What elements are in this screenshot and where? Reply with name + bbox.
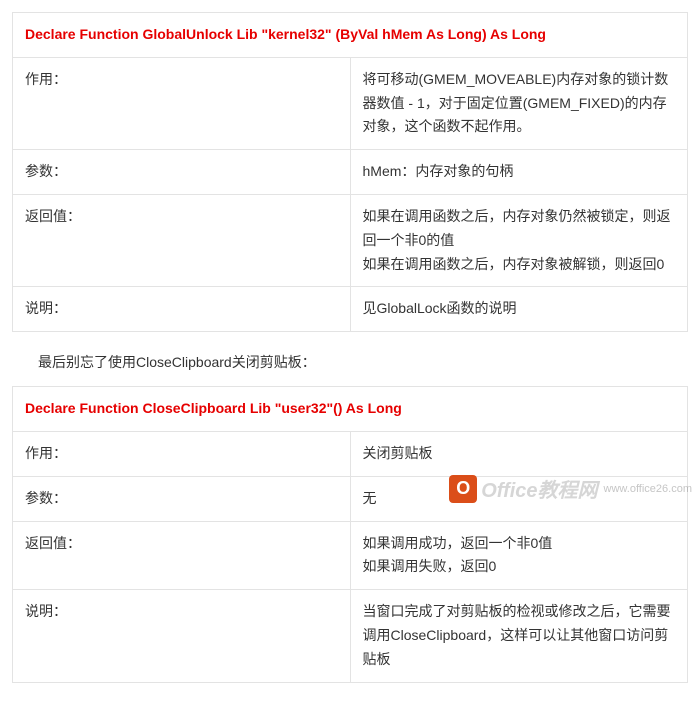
table-row: 作用： 将可移动(GMEM_MOVEABLE)内存对象的锁计数器数值 - 1，对…: [13, 57, 688, 149]
row-value: 无: [350, 476, 688, 521]
declaration-text: Declare Function CloseClipboard Lib "use…: [13, 387, 688, 432]
declaration-row: Declare Function CloseClipboard Lib "use…: [13, 387, 688, 432]
table-row: 作用： 关闭剪贴板: [13, 431, 688, 476]
row-value: 见GlobalLock函数的说明: [350, 287, 688, 332]
declaration-text: Declare Function GlobalUnlock Lib "kerne…: [13, 13, 688, 58]
row-label: 参数：: [13, 150, 351, 195]
declaration-row: Declare Function GlobalUnlock Lib "kerne…: [13, 13, 688, 58]
row-label: 作用：: [13, 57, 351, 149]
table-row: 返回值： 如果在调用函数之后，内存对象仍然被锁定，则返回一个非0的值如果在调用函…: [13, 194, 688, 286]
row-value: hMem：内存对象的句柄: [350, 150, 688, 195]
row-value: 关闭剪贴板: [350, 431, 688, 476]
table-row: 说明： 见GlobalLock函数的说明: [13, 287, 688, 332]
function-table-closeclipboard: Declare Function CloseClipboard Lib "use…: [12, 386, 688, 682]
table-row: 参数： hMem：内存对象的句柄: [13, 150, 688, 195]
function-table-globalunlock: Declare Function GlobalUnlock Lib "kerne…: [12, 12, 688, 332]
intertext-paragraph: 最后别忘了使用CloseClipboard关闭剪贴板：: [12, 346, 688, 386]
row-value: 如果在调用函数之后，内存对象仍然被锁定，则返回一个非0的值如果在调用函数之后，内…: [350, 194, 688, 286]
table-row: 参数： 无: [13, 476, 688, 521]
row-label: 说明：: [13, 590, 351, 682]
table-row: 说明： 当窗口完成了对剪贴板的检视或修改之后，它需要调用CloseClipboa…: [13, 590, 688, 682]
row-value: 当窗口完成了对剪贴板的检视或修改之后，它需要调用CloseClipboard，这…: [350, 590, 688, 682]
row-label: 说明：: [13, 287, 351, 332]
row-label: 参数：: [13, 476, 351, 521]
row-label: 返回值：: [13, 521, 351, 590]
row-value: 将可移动(GMEM_MOVEABLE)内存对象的锁计数器数值 - 1，对于固定位…: [350, 57, 688, 149]
row-label: 返回值：: [13, 194, 351, 286]
row-label: 作用：: [13, 431, 351, 476]
table-row: 返回值： 如果调用成功，返回一个非0值如果调用失败，返回0: [13, 521, 688, 590]
row-value: 如果调用成功，返回一个非0值如果调用失败，返回0: [350, 521, 688, 590]
